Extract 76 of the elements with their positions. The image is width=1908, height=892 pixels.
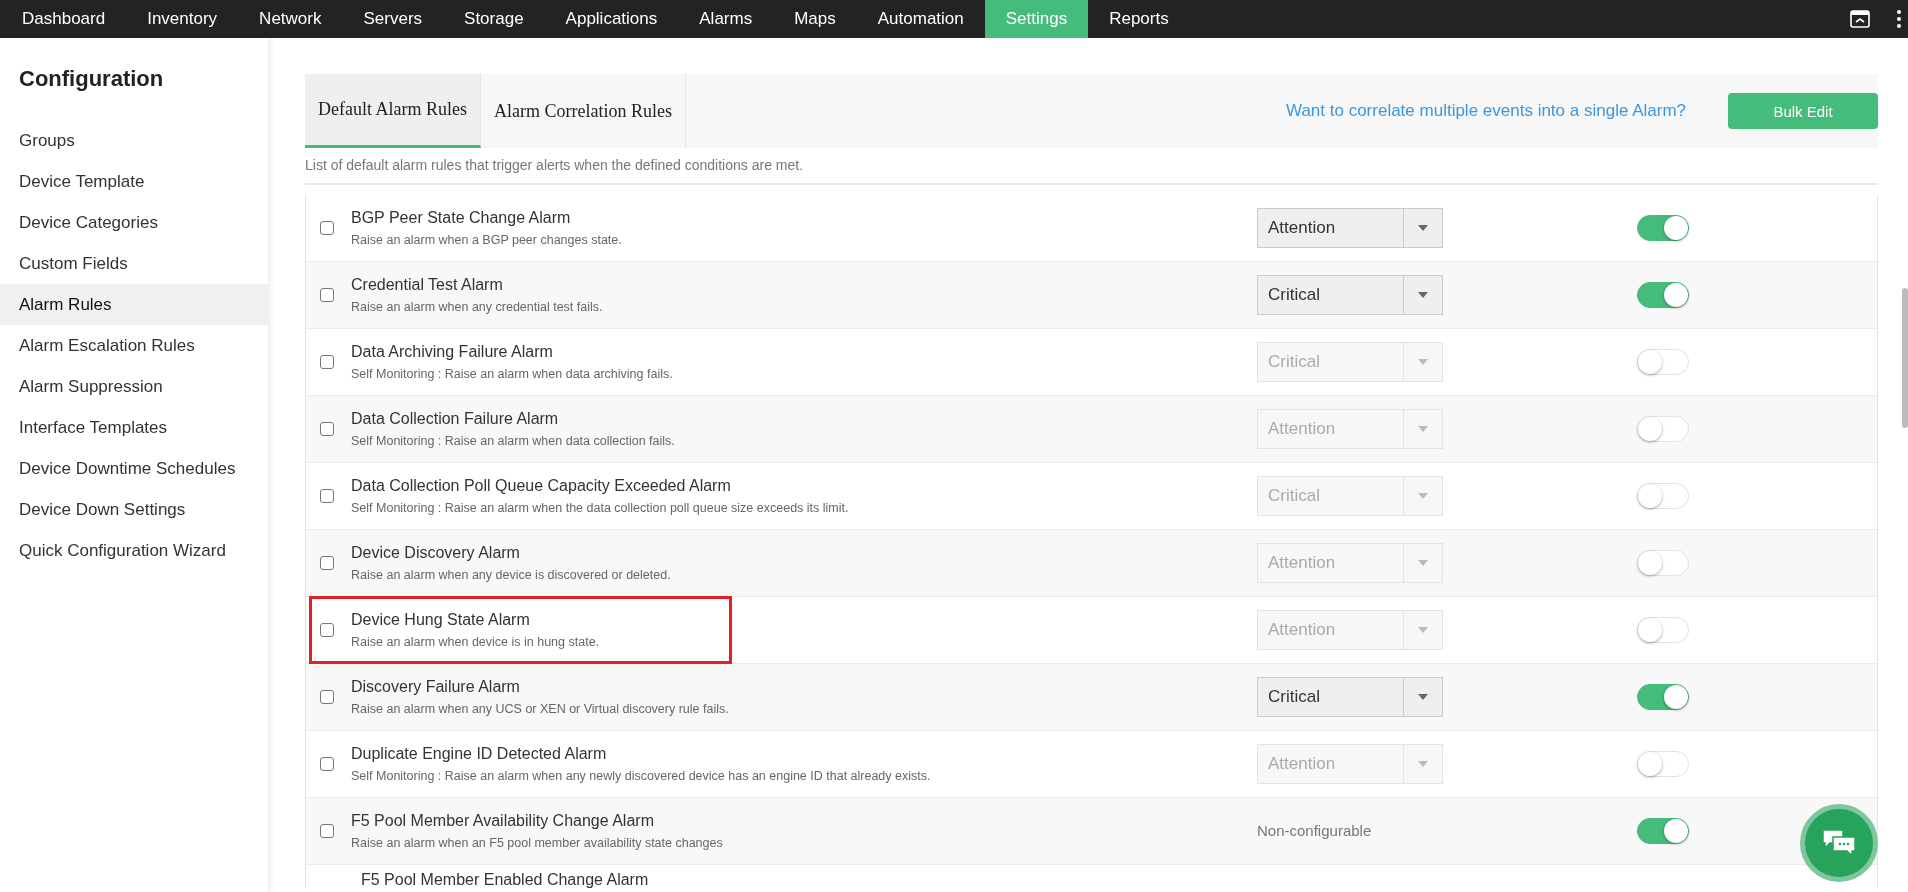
- toggle-switch[interactable]: [1637, 215, 1689, 241]
- checkbox[interactable]: [320, 422, 334, 436]
- sidebar-item[interactable]: Device Template: [0, 161, 268, 202]
- caret-icon: [1418, 426, 1428, 432]
- rule-title: Data Archiving Failure Alarm: [351, 343, 554, 361]
- rule-description: Self Monitoring : Raise an alarm when data collection fails.: [351, 434, 676, 448]
- checkbox[interactable]: [320, 489, 334, 503]
- rule-title: Data Collection Failure Alarm: [351, 410, 560, 428]
- toggle-switch[interactable]: [1637, 818, 1689, 844]
- nav-tab[interactable]: Maps: [773, 0, 857, 38]
- rule-description: Raise an alarm when an F5 pool member availability state changes: [351, 836, 724, 850]
- caret-icon: [1418, 359, 1428, 365]
- sidebar-item[interactable]: Alarm Rules: [0, 284, 268, 325]
- checkbox[interactable]: [320, 824, 334, 838]
- nav-tab[interactable]: Reports: [1088, 0, 1190, 38]
- nav-tab[interactable]: Dashboard: [0, 0, 127, 38]
- caret-icon: [1418, 493, 1428, 499]
- severity-label: Non-configurable: [1257, 822, 1372, 839]
- sidebar-item[interactable]: Custom Fields: [0, 243, 268, 284]
- rule-title: F5 Pool Member Availability Change Alarm: [351, 812, 655, 830]
- nav-tab[interactable]: Applications: [544, 0, 679, 38]
- sidebar-item[interactable]: Groups: [0, 120, 268, 161]
- sidebar-item[interactable]: Device Down Settings: [0, 489, 268, 530]
- nav-tab[interactable]: Servers: [342, 0, 444, 38]
- caret-icon: [1418, 560, 1428, 566]
- more-icon[interactable]: [1896, 9, 1902, 29]
- rule-title: Data Collection Poll Queue Capacity Exceeded Alarm: [351, 477, 732, 495]
- rule-description: Raise an alarm when any credential test fails.: [351, 300, 604, 314]
- rule-description: Raise an alarm when any UCS or XEN or Virtual discovery rule fails.: [351, 702, 730, 716]
- caret-icon: [1418, 761, 1428, 767]
- sidebar-title: Configuration: [18, 66, 165, 93]
- rule-description: Self Monitoring : Raise an alarm when the data collection poll queue size exceeds its limit.: [351, 501, 850, 515]
- caret-icon: [1418, 225, 1428, 231]
- caret-icon: [1418, 694, 1428, 700]
- checkbox[interactable]: [320, 623, 334, 637]
- caret-icon: [1418, 627, 1428, 633]
- checkbox[interactable]: [320, 757, 334, 771]
- rule-title: Credential Test Alarm: [351, 276, 504, 294]
- rule-description: Raise an alarm when a BGP peer changes state.: [351, 233, 623, 247]
- scrollbar-thumb[interactable]: [1902, 288, 1908, 428]
- checkbox[interactable]: [320, 556, 334, 570]
- nav-tab[interactable]: Alarms: [678, 0, 774, 38]
- sidebar-item[interactable]: Alarm Suppression: [0, 366, 268, 407]
- checkbox[interactable]: [320, 355, 334, 369]
- rule-description: Self Monitoring : Raise an alarm when any newly discovered device has an engine ID that already exists.: [351, 769, 932, 783]
- rule-title: F5 Pool Member Enabled Change Alarm: [361, 871, 650, 889]
- checkbox[interactable]: [320, 221, 334, 235]
- nav-tab[interactable]: Storage: [443, 0, 545, 38]
- rule-title: BGP Peer State Change Alarm: [351, 209, 572, 227]
- window-icon[interactable]: [1850, 10, 1870, 28]
- nav-tab[interactable]: Network: [238, 0, 343, 38]
- rule-title: Device Hung State Alarm: [351, 611, 531, 629]
- caret-icon: [1418, 292, 1428, 298]
- checkbox[interactable]: [320, 690, 334, 704]
- toggle-switch[interactable]: [1637, 282, 1689, 308]
- sidebar-item[interactable]: Quick Configuration Wizard: [0, 530, 268, 571]
- severity-dropdown[interactable]: Critical: [1257, 677, 1443, 717]
- rule-title: Discovery Failure Alarm: [351, 678, 521, 696]
- severity-dropdown[interactable]: Critical: [1257, 275, 1443, 315]
- toggle-switch[interactable]: [1637, 684, 1689, 710]
- nav-tab[interactable]: Inventory: [126, 0, 239, 38]
- severity-dropdown[interactable]: Attention: [1257, 208, 1443, 248]
- sidebar-item[interactable]: Device Downtime Schedules: [0, 448, 268, 489]
- checkbox[interactable]: [320, 288, 334, 302]
- tab[interactable]: Alarm Correlation Rules: [480, 74, 686, 148]
- nav-tab[interactable]: Automation: [856, 0, 985, 38]
- rule-title: Device Discovery Alarm: [351, 544, 521, 562]
- rule-description: Raise an alarm when device is in hung state.: [351, 635, 600, 649]
- sidebar-item[interactable]: Interface Templates: [0, 407, 268, 448]
- sidebar-item[interactable]: Alarm Escalation Rules: [0, 325, 268, 366]
- tab[interactable]: Default Alarm Rules: [305, 74, 481, 148]
- rule-description: Self Monitoring : Raise an alarm when data archiving fails.: [351, 367, 674, 381]
- rule-description: Raise an alarm when any device is discovered or deleted.: [351, 568, 672, 582]
- description-text: List of default alarm rules that trigger alerts when the defined conditions are met.: [305, 157, 804, 173]
- rule-title: Duplicate Engine ID Detected Alarm: [351, 745, 608, 763]
- sidebar-item[interactable]: Device Categories: [0, 202, 268, 243]
